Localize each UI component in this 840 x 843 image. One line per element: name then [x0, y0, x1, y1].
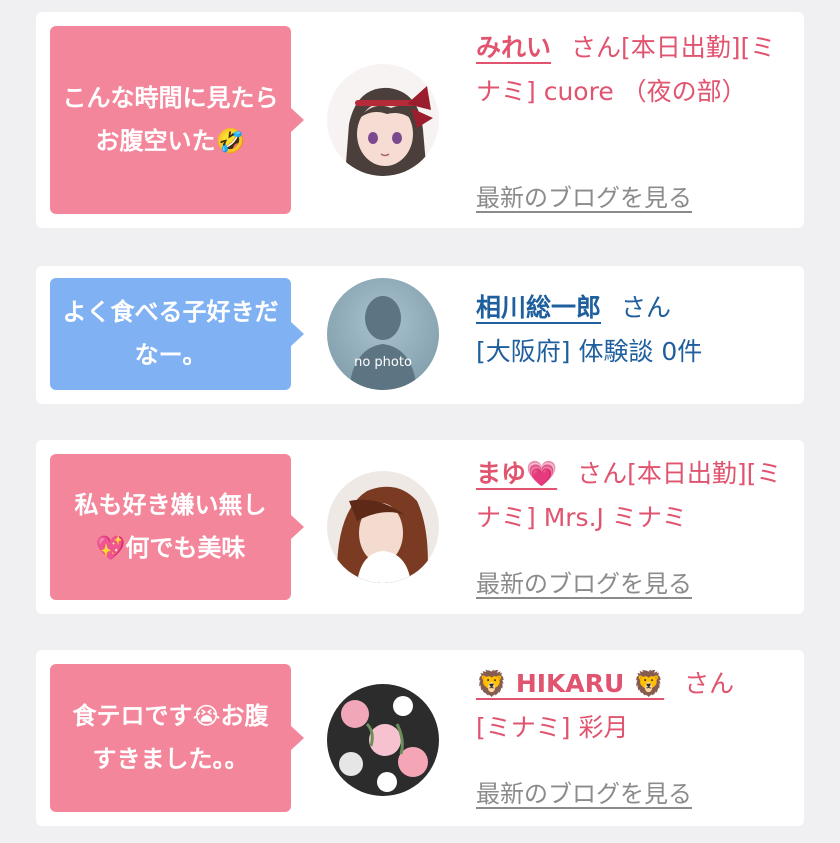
- avatar[interactable]: [327, 471, 439, 583]
- avatar[interactable]: [327, 684, 439, 796]
- latest-blog-link[interactable]: 最新のブログを見る: [476, 564, 692, 599]
- latest-blog-link[interactable]: 最新のブログを見る: [476, 774, 692, 809]
- poster-name-link[interactable]: 🦁 HIKARU 🦁: [476, 669, 664, 698]
- honorific: さん: [621, 293, 672, 322]
- honorific: さん: [571, 33, 622, 62]
- avatar-no-photo[interactable]: no photo: [327, 278, 439, 390]
- poster-info: 相川総一郎 さん [大阪府] 体験談 0件: [476, 286, 796, 374]
- comment-card: よく食べる子好きだなー。 no photo 相川総一郎 さん [大阪府] 体験談 …: [36, 266, 804, 404]
- poster-name-link[interactable]: まゆ💗: [476, 459, 557, 488]
- poster-details: [大阪府] 体験談 0件: [476, 337, 703, 366]
- poster-details: [ミナミ] 彩月: [476, 713, 629, 742]
- poster-name-link[interactable]: 相川総一郎: [476, 293, 601, 322]
- honorific: さん: [577, 459, 628, 488]
- poster-info: 🦁 HIKARU 🦁 さん [ミナミ] 彩月: [476, 662, 796, 750]
- comment-card: こんな時間に見たらお腹空いた🤣 みれい さん[本日出勤][ミナミ] cuore （…: [36, 12, 804, 228]
- comment-text: よく食べる子好きだなー。: [62, 298, 279, 369]
- poster-info: みれい さん[本日出勤][ミナミ] cuore （夜の部）: [476, 26, 796, 114]
- latest-blog-link[interactable]: 最新のブログを見る: [476, 178, 692, 213]
- comment-bubble: こんな時間に見たらお腹空いた🤣: [50, 26, 304, 214]
- poster-info: まゆ💗 さん[本日出勤][ミナミ] Mrs.J ミナミ: [476, 452, 796, 540]
- no-photo-caption: no photo: [354, 355, 412, 370]
- comment-card: 私も好き嫌い無し💖何でも美味 まゆ💗 さん[本日出勤][ミナミ] Mrs.J ミナ…: [36, 440, 804, 614]
- comment-bubble: 食テロです😭お腹すきました。。: [50, 664, 304, 812]
- comment-card: 食テロです😭お腹すきました。。 🦁 HIKARU 🦁 さん [ミナミ] 彩月 最新…: [36, 650, 804, 826]
- avatar[interactable]: [327, 64, 439, 176]
- comment-text: 食テロです😭お腹すきました。。: [72, 702, 269, 773]
- poster-name-link[interactable]: みれい: [476, 33, 551, 62]
- comment-text: こんな時間に見たらお腹空いた🤣: [62, 84, 279, 155]
- comment-bubble: よく食べる子好きだなー。: [50, 278, 304, 390]
- honorific: さん: [684, 669, 735, 698]
- comment-text: 私も好き嫌い無し💖何でも美味: [74, 491, 267, 562]
- comment-bubble: 私も好き嫌い無し💖何でも美味: [50, 454, 304, 600]
